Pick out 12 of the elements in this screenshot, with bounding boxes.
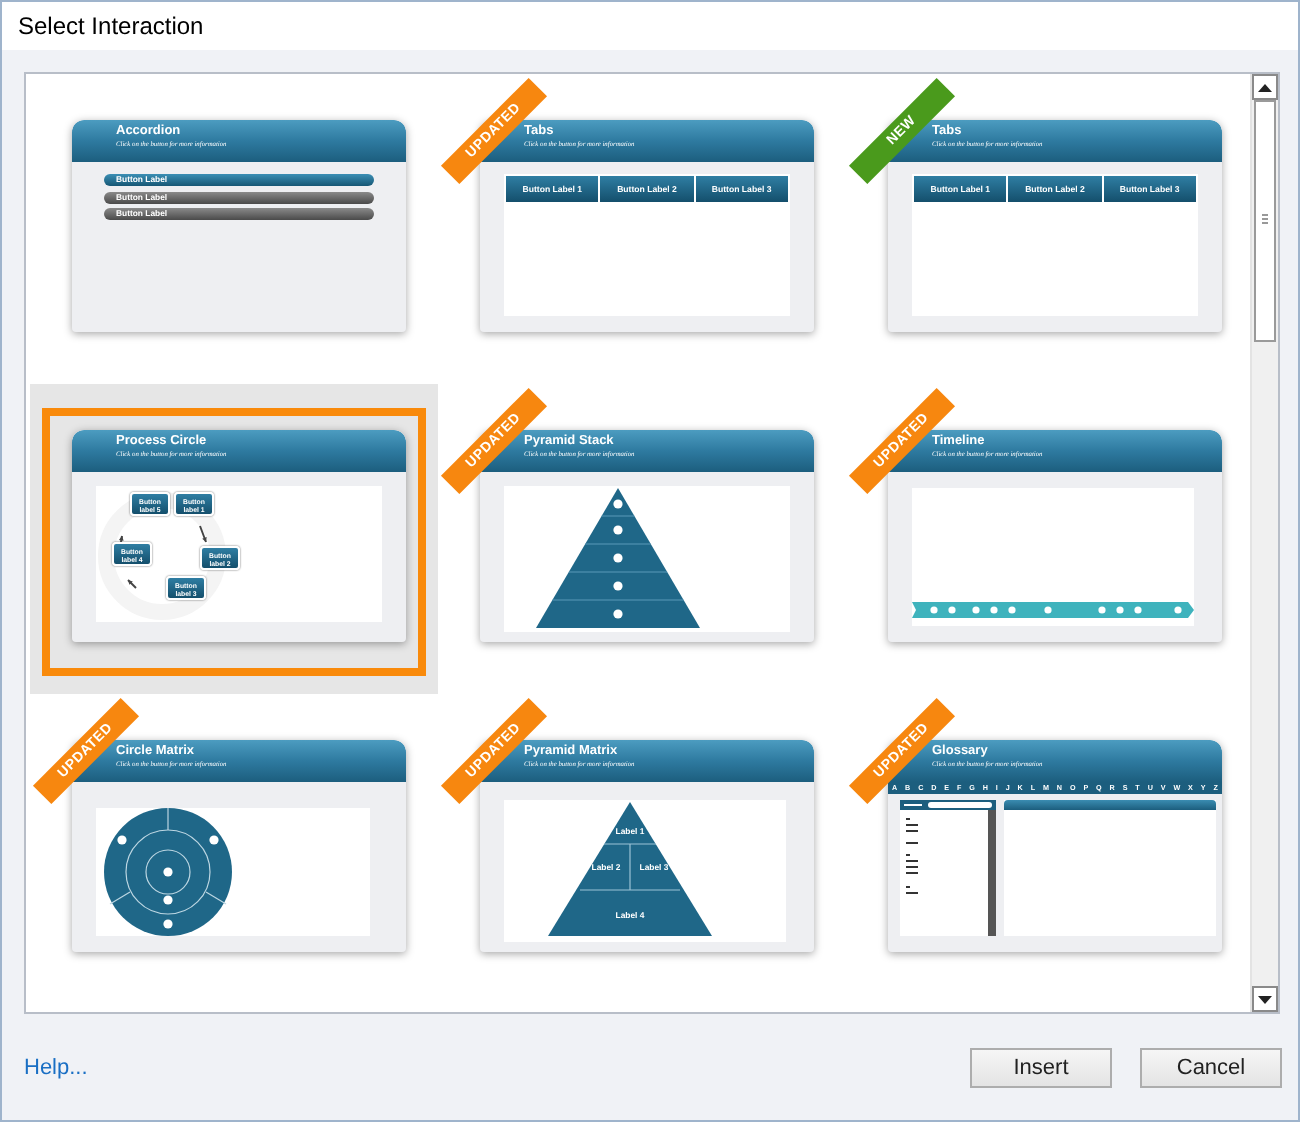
help-link[interactable]: Help...	[24, 1055, 88, 1079]
dialog-button[interactable]: Insert	[970, 1047, 1112, 1087]
dialog-button[interactable]: Cancel	[1140, 1047, 1282, 1087]
window-title: Select Interaction	[18, 12, 204, 40]
scroll-up-icon[interactable]	[1258, 83, 1272, 91]
term-list-drawing	[900, 800, 996, 936]
scroll-down-icon[interactable]	[1258, 995, 1272, 1003]
arrow-icon	[199, 525, 207, 543]
scrollbar[interactable]	[1250, 74, 1278, 1012]
circle-matrix-drawing	[104, 807, 232, 936]
scroll-thumb[interactable]	[1254, 100, 1276, 342]
arrow-icon	[127, 579, 137, 589]
